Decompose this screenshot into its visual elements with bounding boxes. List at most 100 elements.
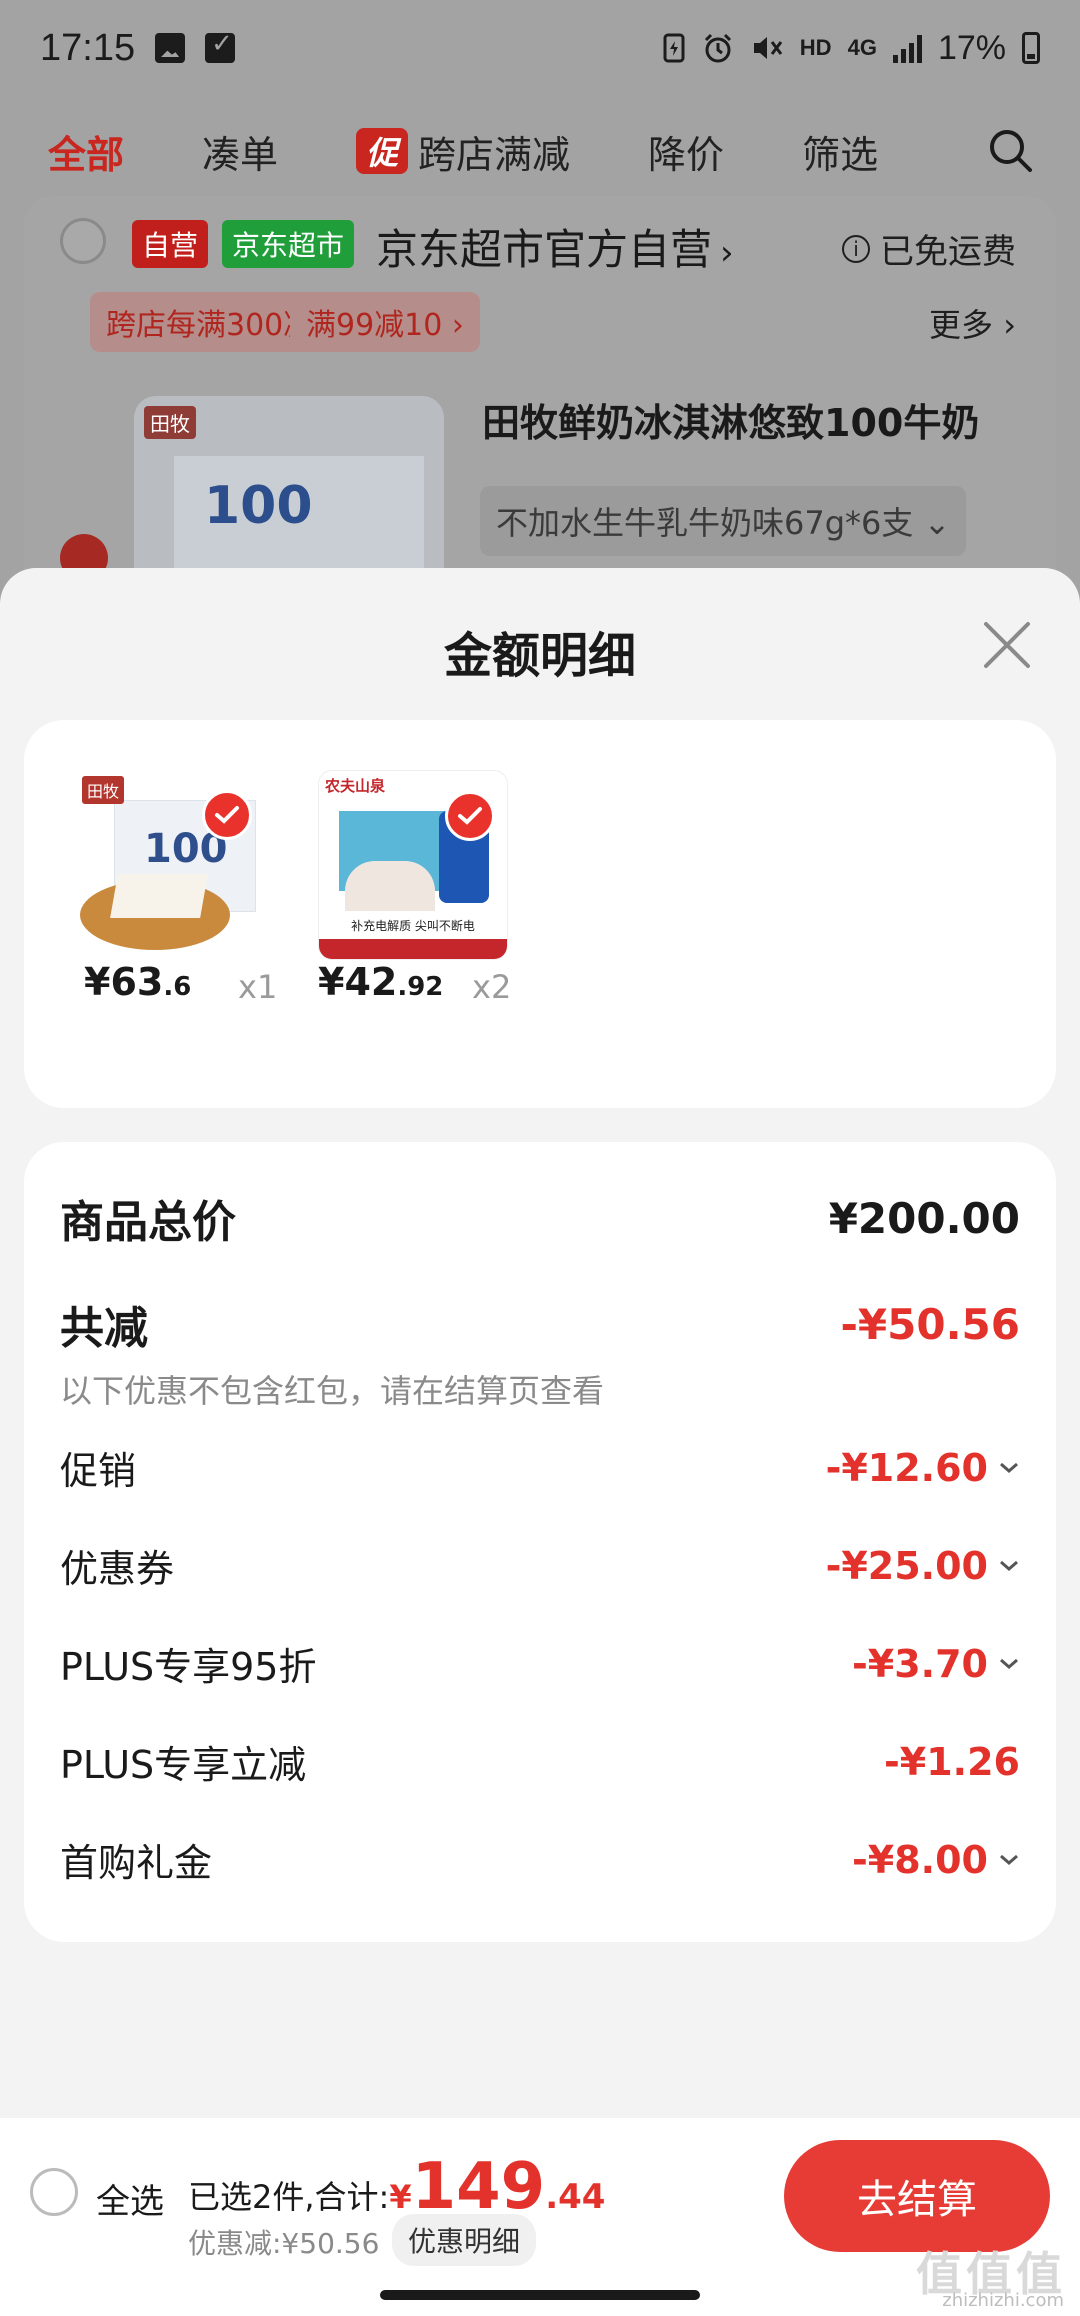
chevron-down-icon bbox=[1000, 1658, 1018, 1669]
chevron-down-icon bbox=[1000, 1462, 1018, 1473]
freight-status: i 已免运费 bbox=[842, 224, 1016, 273]
total-int: 149 bbox=[411, 2150, 546, 2224]
status-time: 17:15 bbox=[40, 26, 136, 69]
discount-value: -¥8.00 bbox=[852, 1838, 1020, 1882]
tab-all[interactable]: 全部 bbox=[48, 124, 124, 179]
tab-price-drop[interactable]: 降价 bbox=[648, 124, 724, 179]
total-dec: .44 bbox=[545, 2177, 606, 2217]
discount-detail-button[interactable]: 优惠明细 bbox=[392, 2214, 537, 2266]
close-icon[interactable] bbox=[980, 618, 1034, 672]
mute-icon bbox=[753, 37, 782, 59]
product-spec-selector[interactable]: 不加水生牛乳牛奶味67g*6支 ⌄ bbox=[480, 486, 967, 556]
selected-check-icon[interactable] bbox=[202, 790, 252, 840]
chevron-down-icon bbox=[1000, 1854, 1018, 1865]
price-summary-card: 商品总价 ¥200.00 共减 -¥50.56 以下优惠不包含红包，请在结算页查… bbox=[24, 1142, 1056, 1942]
price-int: ¥42 bbox=[318, 960, 398, 1004]
select-all-label[interactable]: 全选 bbox=[96, 2174, 164, 2223]
home-indicator[interactable] bbox=[380, 2290, 700, 2300]
total-reduce-row: 共减 -¥50.56 bbox=[60, 1292, 1020, 1356]
item-price: ¥63.6 bbox=[84, 960, 191, 1004]
discount-line-coupon[interactable]: 优惠券 -¥25.00 bbox=[60, 1538, 1020, 1593]
signal-icon bbox=[892, 33, 922, 63]
tab-bundle[interactable]: 凑单 bbox=[202, 124, 278, 179]
product-banner: 补充电解质 尖叫不断电 bbox=[319, 917, 507, 939]
promo-badge: 促 bbox=[356, 128, 409, 174]
total-price-row: 商品总价 ¥200.00 bbox=[60, 1186, 1020, 1250]
battery-saver-icon bbox=[663, 33, 685, 63]
tab-filter-label: 筛选 bbox=[802, 132, 879, 177]
discount-amount: -¥12.60 bbox=[825, 1445, 988, 1490]
discount-label: 促销 bbox=[60, 1449, 137, 1493]
total-currency: ¥ bbox=[389, 2178, 412, 2216]
check-icon bbox=[205, 29, 236, 63]
discount-label: 优惠券 bbox=[60, 1547, 175, 1591]
tab-price-drop-label: 降价 bbox=[648, 132, 725, 177]
discount-line-promotion[interactable]: 促销 -¥12.60 bbox=[60, 1440, 1020, 1495]
more-text: 更多 bbox=[929, 306, 994, 344]
discount-label: 首购礼金 bbox=[60, 1841, 213, 1885]
selected-item[interactable]: 100 田牧 bbox=[74, 770, 264, 960]
checkout-label: 去结算 bbox=[857, 2177, 977, 2223]
product-image-number: 100 bbox=[204, 476, 313, 536]
selected-count-text: 已选2件,合计: bbox=[188, 2178, 390, 2216]
price-dec: .92 bbox=[397, 972, 444, 1002]
self-operated-badge: 自营 bbox=[132, 220, 209, 268]
shop-select-radio[interactable] bbox=[60, 218, 106, 264]
item-price: ¥42.92 bbox=[318, 960, 443, 1004]
product-title[interactable]: 田牧鲜奶冰淇淋悠致100牛奶 bbox=[482, 392, 979, 447]
selected-items-card: 100 田牧 ¥63.6 x1 农夫山泉 补充电解质 尖叫不断电 ¥42.92 … bbox=[24, 720, 1056, 1108]
discount-label: PLUS专享95折 bbox=[60, 1645, 317, 1689]
tab-cross-store-discount[interactable]: 促 跨店满减 bbox=[356, 124, 570, 179]
discount-value: -¥12.60 bbox=[826, 1446, 1020, 1490]
discount-note: 以下优惠不包含红包，请在结算页查看 bbox=[60, 1372, 605, 1410]
brand-logo: 田牧 bbox=[82, 776, 125, 804]
product-image-ice-cream: 100 田牧 bbox=[74, 770, 264, 960]
amount-detail-sheet: 金额明细 100 田牧 ¥63.6 x1 农夫山泉 补充电解质 尖叫不断电 ¥4… bbox=[0, 568, 1080, 2118]
watermark-url: zhizhizhi.com bbox=[942, 2290, 1064, 2311]
more-promos-link[interactable]: 更多 › bbox=[929, 300, 1016, 346]
battery-icon bbox=[1022, 32, 1040, 64]
tab-filter[interactable]: 筛选 bbox=[802, 124, 878, 179]
discount-value: -¥25.00 bbox=[826, 1544, 1020, 1588]
selected-check-icon[interactable] bbox=[445, 791, 495, 841]
brand-logo: 农夫山泉 bbox=[325, 777, 386, 795]
discount-summary: 优惠减:¥50.56 bbox=[188, 2227, 380, 2260]
tab-cross-store-label: 跨店满减 bbox=[418, 132, 571, 177]
product-image-water: 农夫山泉 补充电解质 尖叫不断电 bbox=[318, 770, 508, 960]
price-dec: .6 bbox=[163, 972, 192, 1002]
gallery-icon bbox=[155, 33, 186, 63]
checkout-button[interactable]: 去结算 bbox=[784, 2140, 1050, 2252]
hd-indicator: HD bbox=[799, 35, 832, 60]
tab-bundle-label: 凑单 bbox=[202, 132, 279, 177]
discount-amount: -¥25.00 bbox=[825, 1543, 988, 1588]
freight-text: 已免运费 bbox=[880, 232, 1016, 272]
discount-line-plus-95[interactable]: PLUS专享95折 -¥3.70 bbox=[60, 1636, 1020, 1691]
select-all-radio[interactable] bbox=[30, 2168, 78, 2216]
item-quantity: x2 bbox=[472, 968, 512, 1006]
jd-supermarket-badge: 京东超市 bbox=[222, 220, 355, 268]
total-reduce-label: 共减 bbox=[60, 1303, 148, 1354]
sheet-title: 金额明细 bbox=[443, 628, 636, 684]
shop-name-text: 京东超市官方自营 bbox=[376, 225, 713, 274]
brand-logo: 田牧 bbox=[144, 406, 196, 439]
total-amount: ¥149.44 bbox=[389, 2150, 605, 2224]
chevron-down-icon bbox=[1000, 1560, 1018, 1571]
tab-all-label: 全部 bbox=[48, 132, 125, 177]
discount-amount: -¥8.00 bbox=[852, 1837, 988, 1882]
total-price-value: ¥200.00 bbox=[828, 1193, 1020, 1243]
product-spec-text: 不加水生牛乳牛奶味67g*6支 bbox=[496, 504, 914, 542]
selected-summary: 已选2件,合计: ¥149.44 bbox=[188, 2150, 605, 2224]
discount-line-plus-instant: PLUS专享立减 -¥1.26 bbox=[60, 1734, 1020, 1789]
shop-card: 自营 京东超市 京东超市官方自营› i已免运费 跨店每满300减30 › 满99… bbox=[24, 196, 1056, 616]
discount-value: -¥1.26 bbox=[884, 1740, 1020, 1784]
discount-line-first-purchase[interactable]: 首购礼金 -¥8.00 bbox=[60, 1832, 1020, 1887]
chevron-right-icon: › bbox=[720, 233, 734, 273]
selected-item[interactable]: 农夫山泉 补充电解质 尖叫不断电 bbox=[318, 770, 508, 960]
info-icon: i bbox=[842, 234, 870, 263]
search-icon[interactable] bbox=[986, 126, 1034, 174]
discount-value: -¥3.70 bbox=[852, 1642, 1020, 1686]
status-bar: 17:15 HD 4G 17% bbox=[0, 0, 1080, 96]
discount-amount: -¥1.26 bbox=[884, 1739, 1020, 1784]
shop-name[interactable]: 京东超市官方自营 › bbox=[376, 216, 734, 277]
promo-chip-over-99[interactable]: 满99减10 › bbox=[290, 292, 480, 352]
